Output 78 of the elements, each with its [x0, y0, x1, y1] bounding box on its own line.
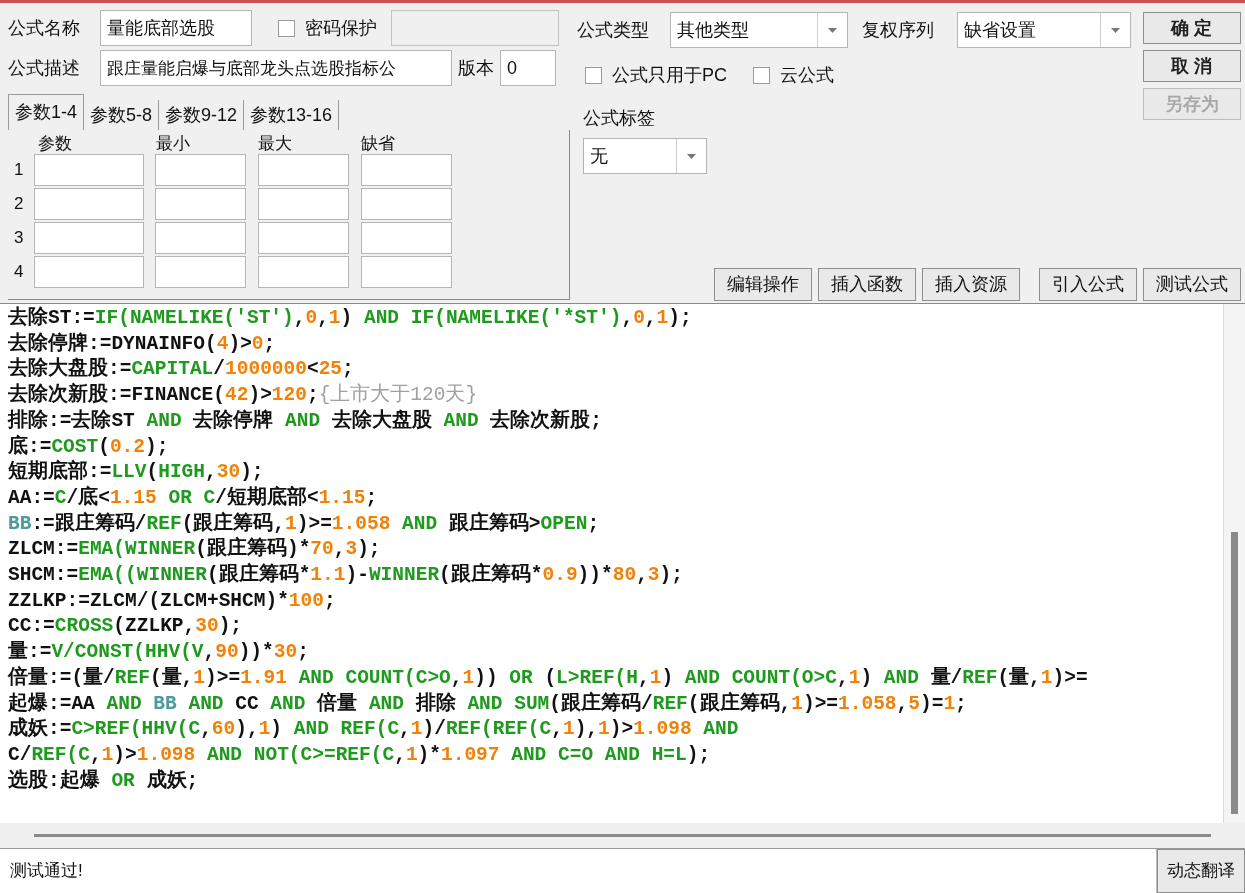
- toolbar-button[interactable]: 引入公式: [1039, 268, 1137, 301]
- code-line: 去除大盘股:=CAPITAL/1000000<25;: [8, 357, 354, 382]
- code-line: ZLCM:=EMA(WINNER(跟庄筹码)*70,3);: [8, 537, 381, 562]
- code-line: CC:=CROSS(ZZLKP,30);: [8, 614, 243, 640]
- description-field[interactable]: 跟庄量能启爆与底部龙头点选股指标公: [100, 50, 452, 86]
- dropdown[interactable]: 无: [583, 138, 707, 174]
- code-line: 排除:=去除ST AND 去除停牌 AND 去除大盘股 AND 去除次新股;: [8, 408, 603, 434]
- code-line: C/REF(C,1)>1.098 AND NOT(C>=REF(C,1)*1.097 AND C=O AND H=L);: [8, 742, 711, 768]
- code-line: 去除次新股:=FINANCE(42)>120;{上市大于120天}: [8, 383, 478, 409]
- checkbox-label: 公式只用于PC: [612, 64, 727, 87]
- code-line: BB:=跟庄筹码/REF(跟庄筹码,1)>=1.058 AND 跟庄筹码>OPEN;: [8, 511, 600, 536]
- vertical-scrollbar[interactable]: [1223, 304, 1245, 823]
- code-line: 去除停牌:=DYNAINFO(4)>0;: [8, 331, 276, 357]
- checkbox[interactable]: [278, 19, 295, 37]
- row-number: 1: [14, 159, 25, 182]
- horizontal-scrollbar[interactable]: [34, 834, 1211, 837]
- caret-icon: [687, 153, 696, 159]
- param-field[interactable]: [258, 188, 349, 220]
- dialog-button[interactable]: 确 定: [1143, 12, 1241, 44]
- code-line: 倍量:=(量/REF(量,1)>=1.91 AND COUNT(C>O,1)) OR (L>REF(H,1) AND COUNT(O>C,1) AND 量/REF(量,1)>=: [8, 665, 1088, 691]
- param-field[interactable]: [258, 222, 349, 254]
- toolbar-button[interactable]: 测试公式: [1143, 268, 1241, 301]
- field-label: 公式标签: [582, 107, 656, 130]
- param-field[interactable]: [155, 154, 246, 186]
- code-editor[interactable]: [0, 303, 1245, 823]
- row-number: 2: [14, 193, 25, 216]
- code-line: 量:=V/CONST(HHV(V,90))*30;: [8, 640, 309, 666]
- column-header: 缺省: [361, 135, 396, 152]
- toolbar-button[interactable]: 插入资源: [922, 268, 1020, 301]
- toolbar-button[interactable]: 编辑操作: [714, 268, 812, 301]
- toolbar-button[interactable]: 插入函数: [818, 268, 916, 301]
- param-field[interactable]: [361, 188, 452, 220]
- code-line: ZZLKP:=ZLCM/(ZLCM+SHCM)*100;: [8, 588, 336, 614]
- row-number: 4: [14, 261, 25, 284]
- field-label: 公式类型: [577, 18, 650, 42]
- column-header: 最小: [156, 135, 191, 152]
- code-line: AA:=C/底<1.15 OR C/短期底部<1.15;: [8, 485, 378, 511]
- field-label: 公式描述: [8, 56, 81, 80]
- checkbox[interactable]: [585, 67, 602, 84]
- param-field[interactable]: [155, 256, 246, 288]
- field-label: 版本: [458, 56, 494, 80]
- status-message: 测试通过!: [10, 860, 83, 883]
- param-field[interactable]: [34, 188, 144, 220]
- param-field[interactable]: [361, 154, 452, 186]
- code-line: 起爆:=AA AND BB AND CC AND 倍量 AND 排除 AND SUM(跟庄筹码/REF(跟庄筹码,1)>=1.058,5)=1;: [8, 691, 967, 717]
- checkbox-label: 密码保护: [305, 16, 377, 40]
- param-field[interactable]: [155, 188, 246, 220]
- caret-icon: [828, 27, 837, 33]
- param-field[interactable]: [155, 222, 246, 254]
- code-line: 短期底部:=LLV(HIGH,30);: [8, 460, 264, 485]
- param-field[interactable]: [258, 154, 349, 186]
- translate-button[interactable]: 动态翻译: [1157, 849, 1245, 893]
- code-line: 去除ST:=IF(NAMELIKE('ST'),0,1) AND IF(NAMELIKE('*ST'),0,1);: [8, 306, 692, 331]
- column-header: 参数: [38, 135, 73, 152]
- name-field[interactable]: 量能底部选股: [100, 10, 252, 46]
- param-field[interactable]: [361, 222, 452, 254]
- param-field[interactable]: [361, 256, 452, 288]
- field-label: 公式名称: [8, 16, 81, 40]
- field-label: 复权序列: [862, 18, 935, 42]
- column-header: 最大: [258, 135, 293, 152]
- param-field[interactable]: [34, 256, 144, 288]
- checkbox-label: 云公式: [780, 64, 834, 87]
- version-field[interactable]: 0: [500, 50, 556, 86]
- code-line: 选股:起爆 OR 成妖;: [8, 768, 199, 794]
- param-field[interactable]: [258, 256, 349, 288]
- param-field[interactable]: [34, 222, 144, 254]
- dialog-button[interactable]: 取 消: [1143, 50, 1241, 82]
- scrollbar-thumb[interactable]: [1231, 532, 1238, 814]
- code-line: 底:=COST(0.2);: [8, 434, 169, 459]
- code-line: SHCM:=EMA((WINNER(跟庄筹码*1.1)-WINNER(跟庄筹码*0.9))*80,3);: [8, 563, 683, 589]
- dropdown[interactable]: 其他类型: [670, 12, 848, 48]
- param-tab[interactable]: 参数1-4: [8, 94, 84, 130]
- param-field[interactable]: [34, 154, 144, 186]
- row-number: 3: [14, 227, 25, 250]
- checkbox[interactable]: [753, 67, 770, 84]
- dropdown[interactable]: 缺省设置: [957, 12, 1131, 48]
- caret-icon: [1111, 27, 1120, 33]
- code-line: 成妖:=C>REF(HHV(C,60),1) AND REF(C,1)/REF(REF(C,1),1)>1.098 AND: [8, 717, 739, 743]
